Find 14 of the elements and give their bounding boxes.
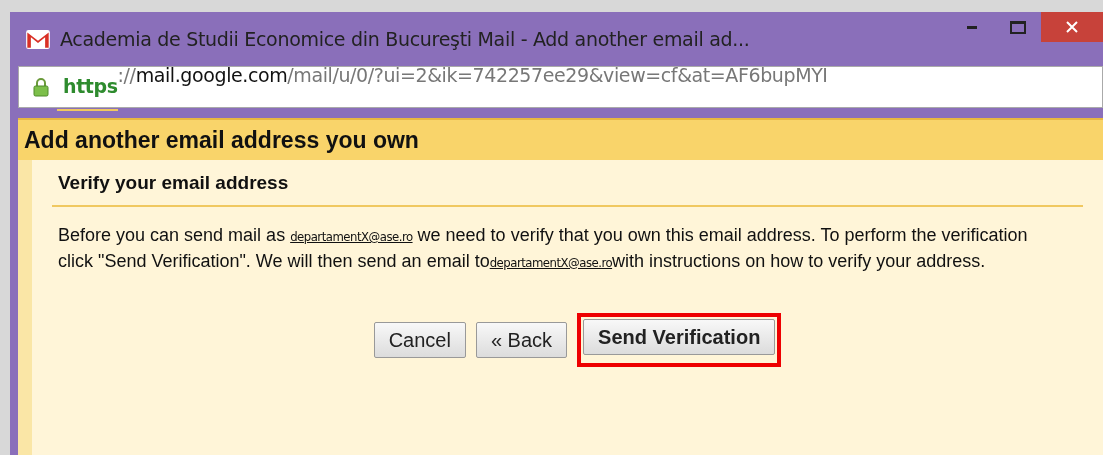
instructions-text: Before you can send mail as departamentX@ase.ro we need to verify that you own this email address. To perform the verification click "Send Verification". We will then send an email todepartamentX@ase.rowith instructions on how to verify your address.	[58, 224, 1029, 273]
dialog-title: Add another email address you own	[24, 126, 419, 154]
close-button[interactable]	[1041, 12, 1103, 42]
window-title: Academia de Studii Economice din Bucureşti Mail - Add another email ad...	[60, 28, 750, 50]
section-title: Verify your email address	[58, 171, 289, 194]
address-field[interactable]: https://mail.google.com/mail/u/0/?ui=2&ik=742257ee29&view=cf&at=AF6bupMYI	[18, 66, 1103, 108]
email-link[interactable]: departamentX@ase.ro	[290, 229, 413, 244]
email-link[interactable]: departamentX@ase.ro	[489, 255, 613, 270]
url-text: https://mail.google.com/mail/u/0/?ui=2&ik=742257ee29&view=cf&at=AF6bupMYI	[57, 63, 828, 111]
action-button[interactable]: Send Verification	[583, 319, 776, 355]
mail-envelope-icon	[26, 29, 50, 49]
action-button[interactable]: Cancel	[373, 322, 466, 358]
close-icon	[1066, 21, 1078, 33]
action-button[interactable]: « Back	[475, 322, 568, 358]
